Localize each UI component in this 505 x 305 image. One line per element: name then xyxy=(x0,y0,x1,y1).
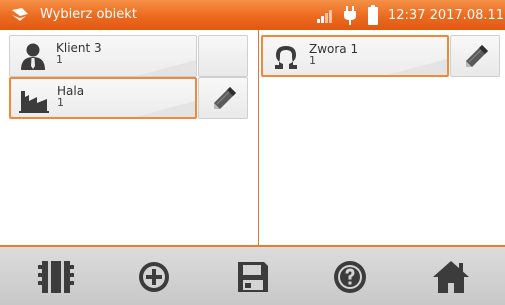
home-icon xyxy=(433,261,469,293)
item-count: 1 xyxy=(56,53,63,66)
edit-jumper-button[interactable] xyxy=(450,35,500,77)
save-button[interactable] xyxy=(233,259,273,295)
add-icon xyxy=(139,262,169,292)
bottom-toolbar xyxy=(0,245,505,305)
item-count: 1 xyxy=(57,96,64,109)
signal-strength-icon xyxy=(317,10,332,23)
help-button[interactable] xyxy=(330,259,370,295)
help-icon xyxy=(334,261,366,293)
pencil-icon xyxy=(214,87,236,109)
person-icon xyxy=(21,43,45,70)
edit-hall-button[interactable] xyxy=(198,77,248,119)
home-button[interactable] xyxy=(431,259,471,295)
save-icon xyxy=(238,262,268,292)
item-name: Zwora 1 xyxy=(309,42,359,56)
panel-divider xyxy=(258,30,259,245)
power-plug-icon xyxy=(344,6,356,25)
add-button[interactable] xyxy=(134,259,174,295)
title-bar: Wybierz obiekt 12:37 2017.08.11 xyxy=(0,0,505,30)
pencil-icon xyxy=(466,45,488,67)
empty-action-button xyxy=(198,35,248,77)
list-item-client[interactable]: Klient 3 1 xyxy=(9,35,197,77)
page-title: Wybierz obiekt xyxy=(40,7,137,22)
corner-decoration xyxy=(135,101,195,117)
memory-button[interactable] xyxy=(36,259,76,295)
item-count: 1 xyxy=(309,54,316,67)
app-logo-icon xyxy=(12,8,28,21)
list-item-jumper[interactable]: Zwora 1 1 xyxy=(261,35,449,77)
battery-icon xyxy=(368,5,378,25)
list-item-hall[interactable]: Hala 1 xyxy=(9,77,197,119)
corner-decoration xyxy=(136,60,196,76)
memory-icon xyxy=(38,261,74,293)
factory-icon xyxy=(19,91,49,113)
corner-decoration xyxy=(387,59,447,75)
clock-date: 12:37 2017.08.11 xyxy=(388,8,505,23)
ohm-icon xyxy=(275,46,297,69)
